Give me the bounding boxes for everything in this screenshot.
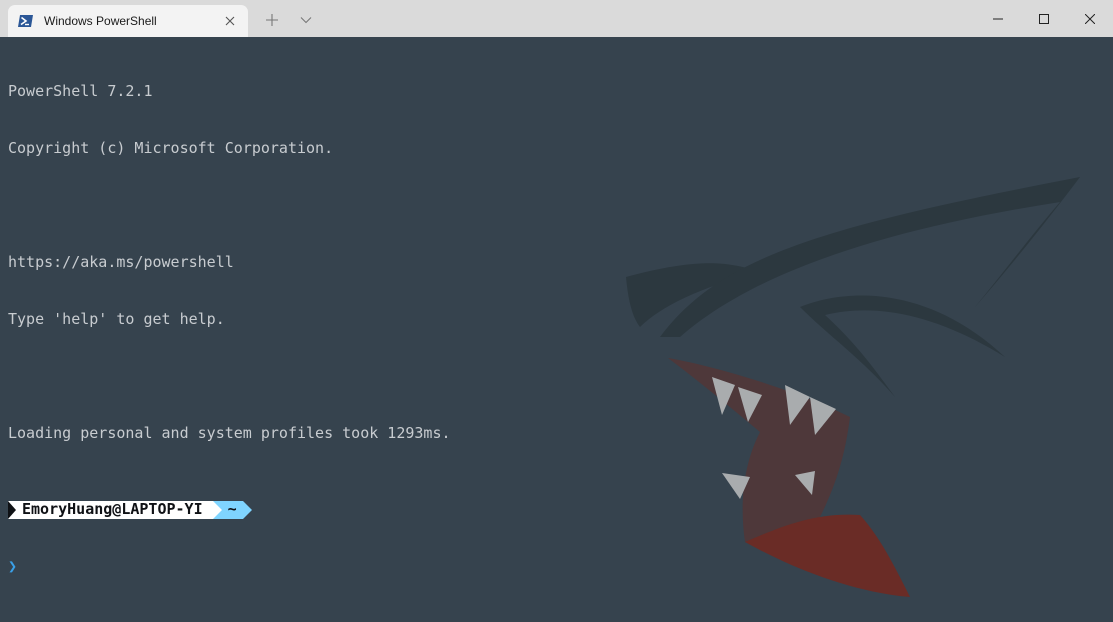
terminal-pane[interactable]: PowerShell 7.2.1 Copyright (c) Microsoft… xyxy=(0,37,1113,622)
terminal-output: PowerShell 7.2.1 Copyright (c) Microsoft… xyxy=(8,44,1098,614)
title-bar: Windows PowerShell xyxy=(0,0,1113,37)
prompt-separator xyxy=(242,500,252,519)
maximize-button[interactable] xyxy=(1021,0,1067,36)
tab-windows-powershell[interactable]: Windows PowerShell xyxy=(8,5,248,37)
output-line: Loading personal and system profiles too… xyxy=(8,424,451,442)
output-line: PowerShell 7.2.1 xyxy=(8,82,153,100)
input-caret[interactable]: ❯ xyxy=(8,557,1098,576)
prompt-directory: ~ xyxy=(221,500,243,519)
prompt-separator xyxy=(212,500,222,519)
minimize-button[interactable] xyxy=(975,0,1021,36)
new-tab-button[interactable] xyxy=(262,10,282,30)
output-line: Copyright (c) Microsoft Corporation. xyxy=(8,139,334,157)
prompt-user-host: EmoryHuang@LAPTOP-YI xyxy=(8,500,213,519)
prompt: EmoryHuang@LAPTOP-YI ~ xyxy=(8,500,1098,519)
output-line: https://aka.ms/powershell xyxy=(8,253,234,271)
chevron-down-icon[interactable] xyxy=(296,10,316,30)
minimize-icon xyxy=(993,9,1003,28)
close-icon xyxy=(1084,9,1096,28)
output-line: Type 'help' to get help. xyxy=(8,310,225,328)
powershell-icon xyxy=(18,13,34,29)
maximize-icon xyxy=(1039,9,1049,28)
tab-title: Windows PowerShell xyxy=(44,14,157,28)
close-window-button[interactable] xyxy=(1067,0,1113,36)
close-icon[interactable] xyxy=(222,13,238,29)
